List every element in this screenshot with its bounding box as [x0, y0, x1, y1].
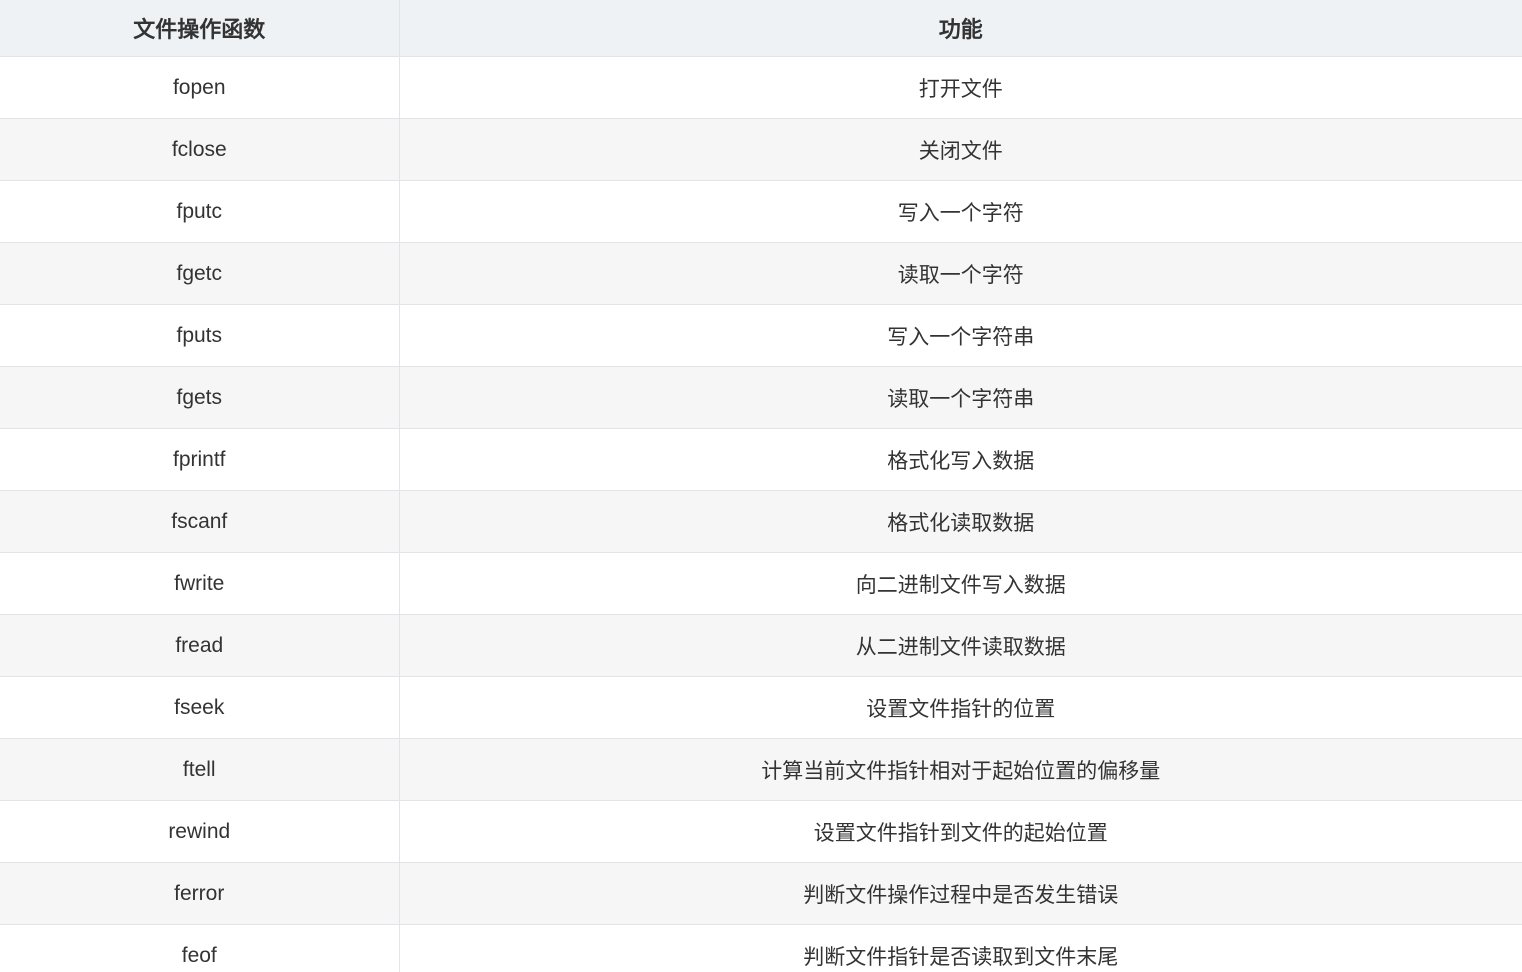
function-name-cell: fscanf: [0, 490, 399, 553]
table-row: fgetc 读取一个字符: [0, 242, 1522, 305]
function-name-cell: fputs: [0, 304, 399, 367]
function-description-cell: 判断文件操作过程中是否发生错误: [398, 862, 1522, 925]
table-row: fread 从二进制文件读取数据: [0, 614, 1522, 677]
table-row: fputc 写入一个字符: [0, 180, 1522, 243]
function-description-cell: 设置文件指针到文件的起始位置: [398, 800, 1522, 863]
function-name-cell: fread: [0, 614, 399, 677]
function-description-cell: 关闭文件: [398, 118, 1522, 181]
function-name-cell: feof: [0, 924, 399, 972]
table-row: fscanf 格式化读取数据: [0, 490, 1522, 553]
function-description-cell: 向二进制文件写入数据: [398, 552, 1522, 615]
header-description: 功能: [398, 0, 1522, 57]
table-row: fopen 打开文件: [0, 56, 1522, 119]
function-name-cell: fgetc: [0, 242, 399, 305]
function-name-cell: fwrite: [0, 552, 399, 615]
function-name-cell: fputc: [0, 180, 399, 243]
header-row: 文件操作函数 功能: [0, 0, 1522, 57]
header-function: 文件操作函数: [0, 0, 399, 57]
function-name-cell: fseek: [0, 676, 399, 739]
table-row: fclose 关闭文件: [0, 118, 1522, 181]
function-description-cell: 计算当前文件指针相对于起始位置的偏移量: [398, 738, 1522, 801]
table-row: fprintf 格式化写入数据: [0, 428, 1522, 491]
table-body: fopen 打开文件 fclose 关闭文件 fputc 写入一个字符 fget…: [0, 56, 1522, 972]
function-description-cell: 设置文件指针的位置: [398, 676, 1522, 739]
table-row: ftell 计算当前文件指针相对于起始位置的偏移量: [0, 738, 1522, 801]
table-header: 文件操作函数 功能: [0, 0, 1522, 57]
table-row: fseek 设置文件指针的位置: [0, 676, 1522, 739]
function-description-cell: 读取一个字符: [398, 242, 1522, 305]
function-name-cell: ferror: [0, 862, 399, 925]
function-name-cell: fgets: [0, 366, 399, 429]
table-row: rewind 设置文件指针到文件的起始位置: [0, 800, 1522, 863]
table-row: feof 判断文件指针是否读取到文件末尾: [0, 924, 1522, 972]
function-description-cell: 从二进制文件读取数据: [398, 614, 1522, 677]
function-description-cell: 写入一个字符串: [398, 304, 1522, 367]
function-name-cell: fprintf: [0, 428, 399, 491]
function-name-cell: fclose: [0, 118, 399, 181]
table-row: ferror 判断文件操作过程中是否发生错误: [0, 862, 1522, 925]
function-description-cell: 判断文件指针是否读取到文件末尾: [398, 924, 1522, 972]
function-description-cell: 格式化读取数据: [398, 490, 1522, 553]
function-description-cell: 写入一个字符: [398, 180, 1522, 243]
table-row: fwrite 向二进制文件写入数据: [0, 552, 1522, 615]
table-row: fputs 写入一个字符串: [0, 304, 1522, 367]
function-description-cell: 格式化写入数据: [398, 428, 1522, 491]
function-name-cell: ftell: [0, 738, 399, 801]
table-row: fgets 读取一个字符串: [0, 366, 1522, 429]
function-description-cell: 打开文件: [398, 56, 1522, 119]
function-description-cell: 读取一个字符串: [398, 366, 1522, 429]
file-functions-table: 文件操作函数 功能 fopen 打开文件 fclose 关闭文件 fputc 写…: [0, 0, 1522, 972]
function-name-cell: fopen: [0, 56, 399, 119]
function-name-cell: rewind: [0, 800, 399, 863]
